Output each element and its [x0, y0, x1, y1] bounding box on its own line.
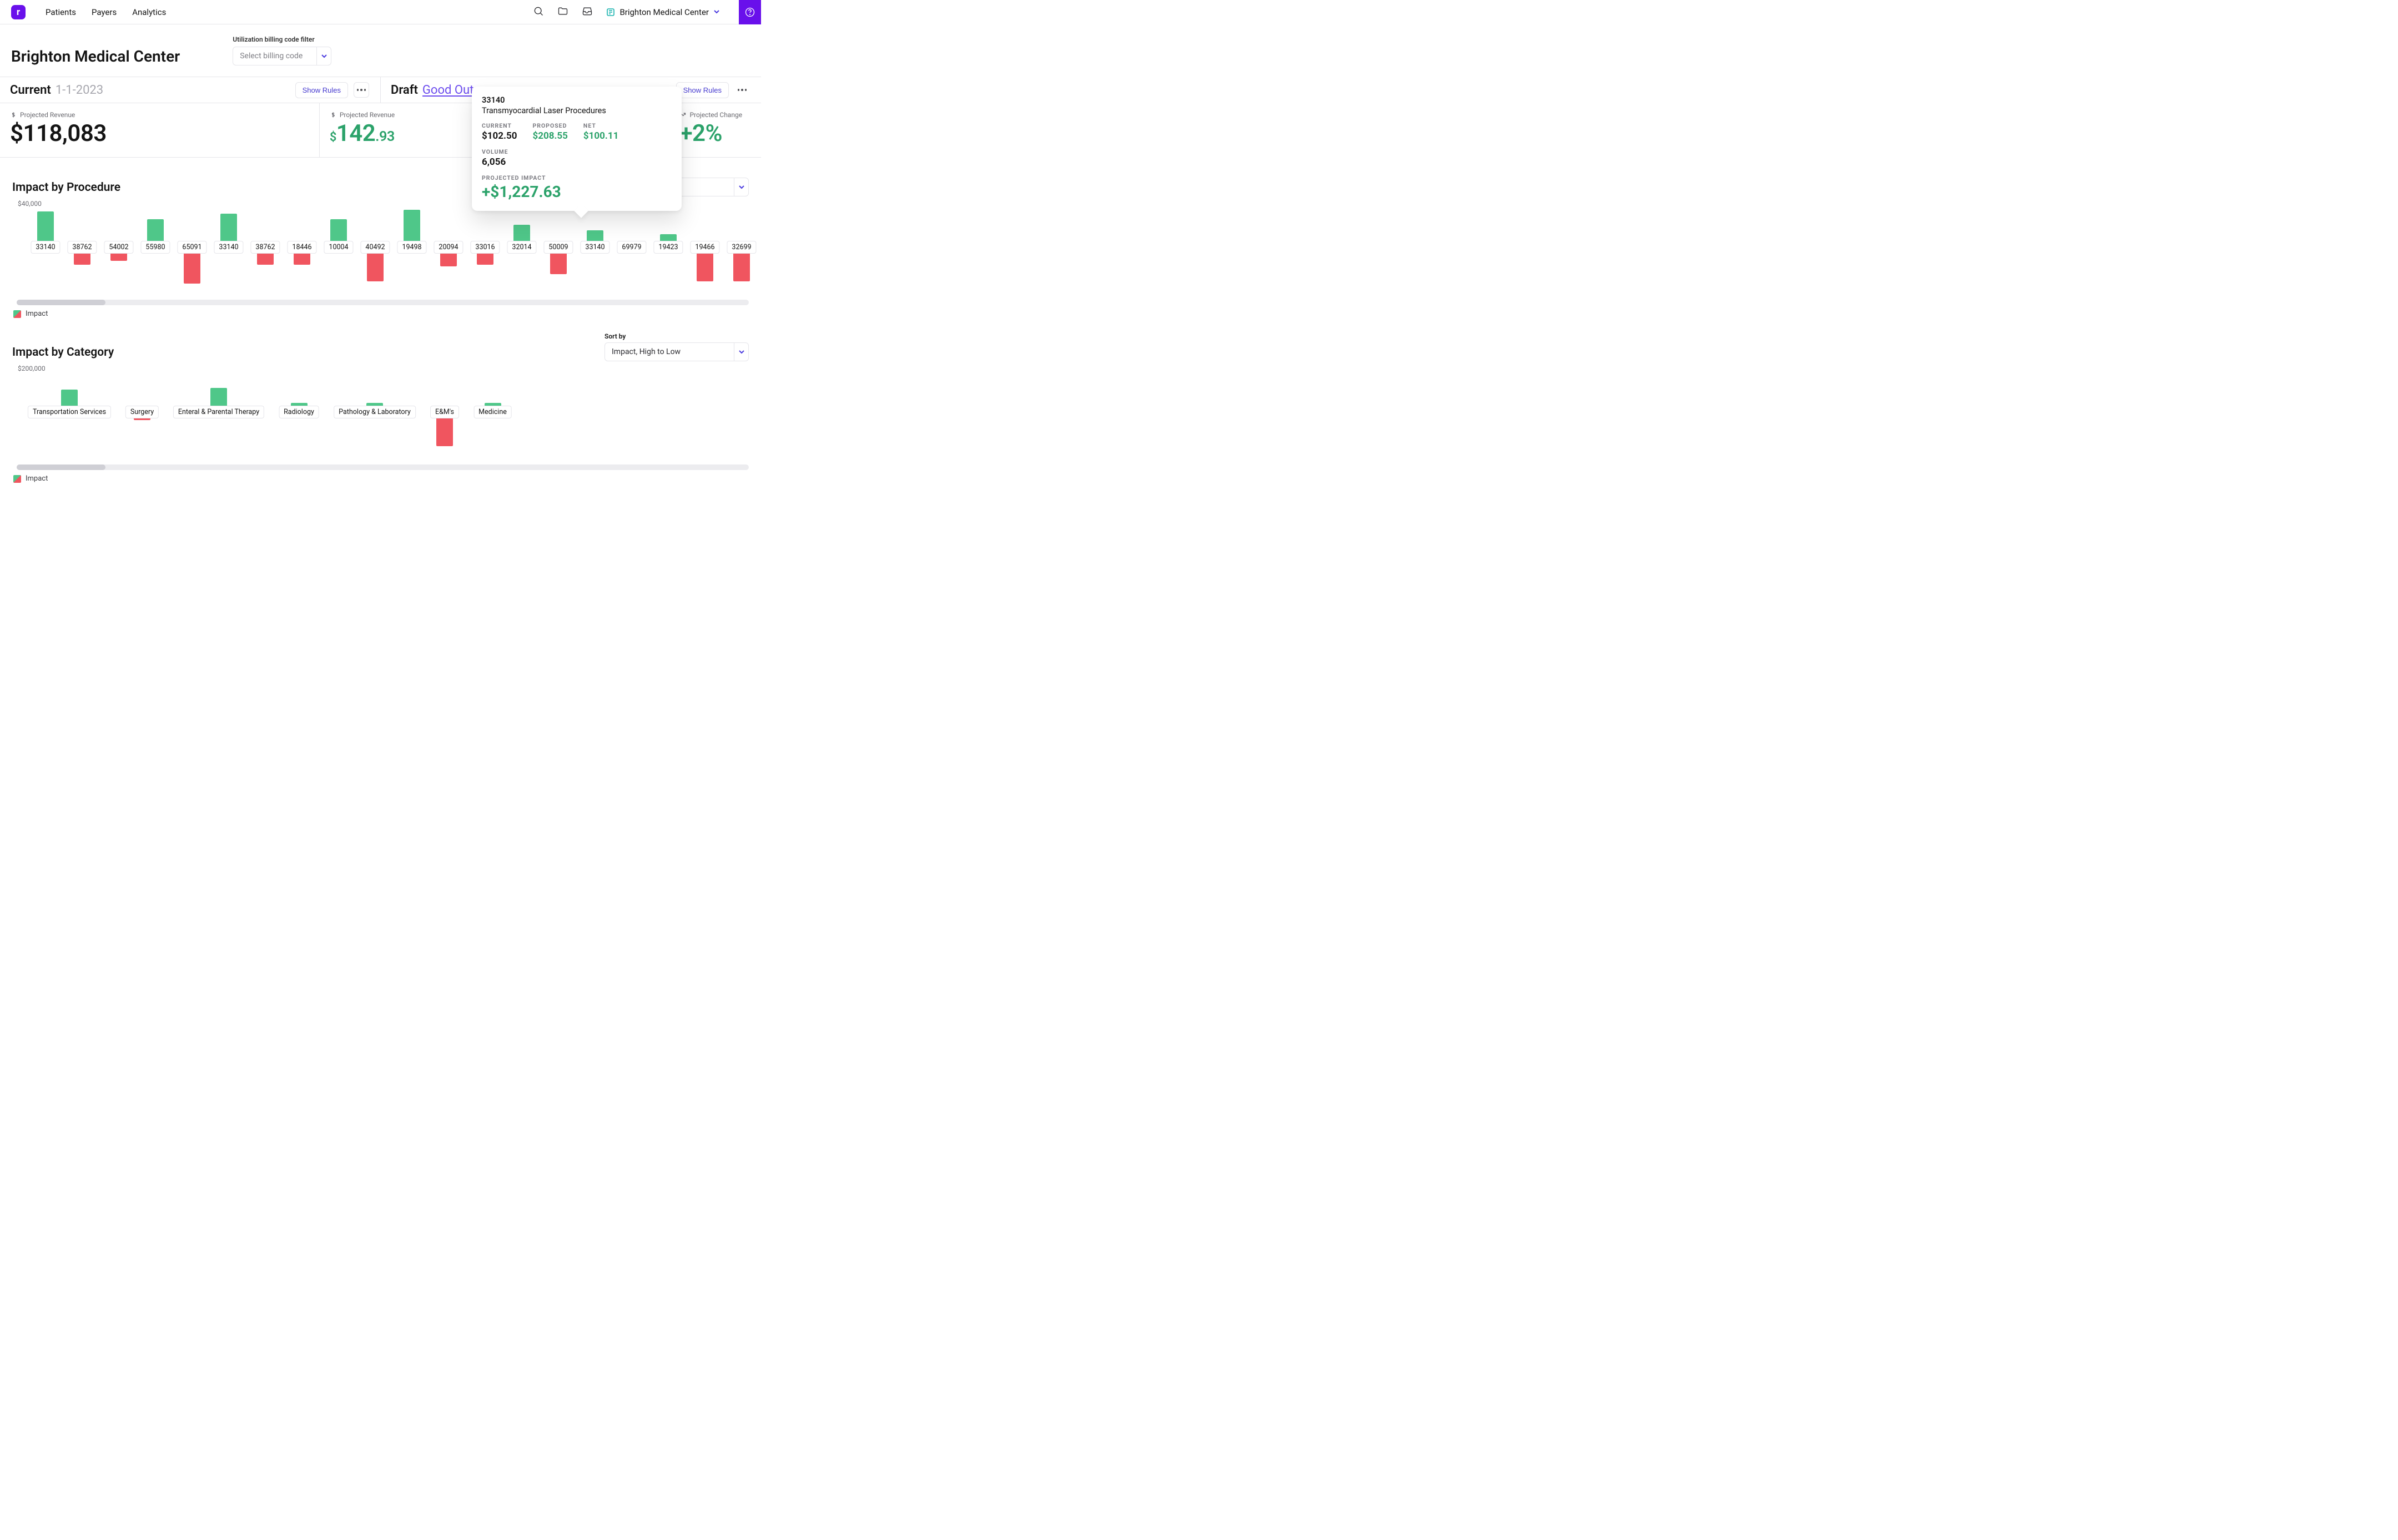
chart-scrollbar[interactable] [17, 464, 749, 470]
show-rules-button[interactable]: Show Rules [676, 82, 729, 98]
org-switcher[interactable]: Brighton Medical Center [606, 7, 720, 17]
show-rules-button[interactable]: Show Rules [295, 82, 348, 98]
bar-label: 69979 [617, 241, 646, 254]
scenario-name: Draft [391, 83, 418, 97]
page-header: Brighton Medical Center Utilization bill… [0, 24, 761, 77]
bar-label: 40492 [360, 241, 390, 254]
chart-legend: Impact [13, 474, 749, 483]
section-title: Impact by Procedure [12, 181, 120, 194]
bar-label: Surgery [125, 406, 159, 418]
more-menu-button[interactable] [354, 82, 369, 98]
sort-value: Impact, High to Low [605, 347, 734, 356]
legend-chip [13, 310, 21, 318]
top-nav: r Patients Payers Analytics Brighton Med… [0, 0, 761, 24]
more-menu-button[interactable] [734, 82, 750, 98]
sort-select[interactable]: Impact, High to Low [604, 342, 749, 361]
bar-label: Enteral & Parental Therapy [173, 406, 264, 418]
bar-label: 32699 [727, 241, 756, 254]
bar-label: 32014 [507, 241, 536, 254]
bar-label: 38762 [67, 241, 97, 254]
nav-payers[interactable]: Payers [92, 7, 117, 17]
procedure-chart: $40,000 33140387625400255980650913314038… [12, 200, 749, 318]
metric-label: Projected Change [679, 111, 750, 119]
app-logo[interactable]: r [11, 5, 26, 19]
scenario-current-head: Current 1-1-2023 Show Rules [0, 77, 381, 103]
search-icon[interactable] [533, 6, 544, 19]
bar-label: 10004 [324, 241, 353, 254]
filter-label: Utilization billing code filter [233, 36, 331, 43]
nav-patients[interactable]: Patients [46, 7, 76, 17]
sort-by-control: Sort by Impact, High to Low [604, 332, 749, 361]
bar-label: 20094 [434, 241, 463, 254]
bar-label: Transportation Services [28, 406, 111, 418]
nav-analytics[interactable]: Analytics [132, 7, 166, 17]
bar-label: 55980 [140, 241, 170, 254]
billing-code-filter: Utilization billing code filter Select b… [233, 36, 331, 65]
help-button[interactable] [739, 0, 761, 24]
chevron-down-icon [316, 47, 331, 65]
impact-by-category-section: Impact by Category Sort by Impact, High … [0, 322, 761, 487]
bar-label: 19498 [397, 241, 426, 254]
org-icon [606, 8, 615, 17]
org-name: Brighton Medical Center [619, 7, 709, 17]
chevron-down-icon [713, 7, 720, 17]
metric-current-revenue: Projected Revenue $118,083 [0, 103, 320, 157]
chart-legend: Impact [13, 310, 749, 318]
category-chart: $200,000 Transportation ServicesSurgeryE… [12, 365, 749, 483]
bar-label: Medicine [473, 406, 512, 418]
bar-label: 33140 [214, 241, 243, 254]
scenario-name: Current [10, 83, 51, 97]
bar-label: E&M's [430, 406, 459, 418]
bar-label: 33140 [31, 241, 60, 254]
legend-chip [13, 475, 21, 483]
bar-label: 38762 [250, 241, 280, 254]
tip-name: Transmyocardial Laser Procedures [482, 106, 672, 115]
scenario-date: 1-1-2023 [56, 83, 103, 97]
metric-projected-change: Projected Change +2% [669, 103, 761, 157]
bar-label: 50009 [543, 241, 573, 254]
bar-label: 33016 [470, 241, 500, 254]
procedure-tooltip: 33140 Transmyocardial Laser Procedures C… [472, 87, 682, 211]
chevron-down-icon [734, 342, 748, 361]
chart-scrollbar[interactable] [17, 300, 749, 305]
bar-label: 18446 [287, 241, 316, 254]
billing-code-select[interactable]: Select billing code [233, 47, 331, 65]
metric-value: $118,083 [10, 120, 308, 147]
folder-icon[interactable] [557, 6, 568, 19]
chevron-down-icon [734, 178, 748, 196]
bar-label: 19423 [653, 241, 683, 254]
section-title: Impact by Category [12, 346, 114, 359]
bar-label: 19466 [690, 241, 719, 254]
dollar-icon [330, 112, 336, 118]
metric-label: Projected Revenue [10, 111, 308, 119]
metric-value: +2% [679, 120, 750, 147]
select-placeholder: Select billing code [233, 52, 316, 60]
bar-label: 54002 [104, 241, 133, 254]
bar-label: 65091 [177, 241, 206, 254]
sort-label: Sort by [604, 332, 749, 340]
inbox-icon[interactable] [582, 6, 593, 19]
dollar-icon [10, 112, 17, 118]
bar-label: Radiology [279, 406, 319, 418]
bar-label: Pathology & Laboratory [334, 406, 416, 418]
bar-label: 33140 [580, 241, 609, 254]
tip-code: 33140 [482, 95, 672, 105]
page-title: Brighton Medical Center [11, 47, 180, 65]
